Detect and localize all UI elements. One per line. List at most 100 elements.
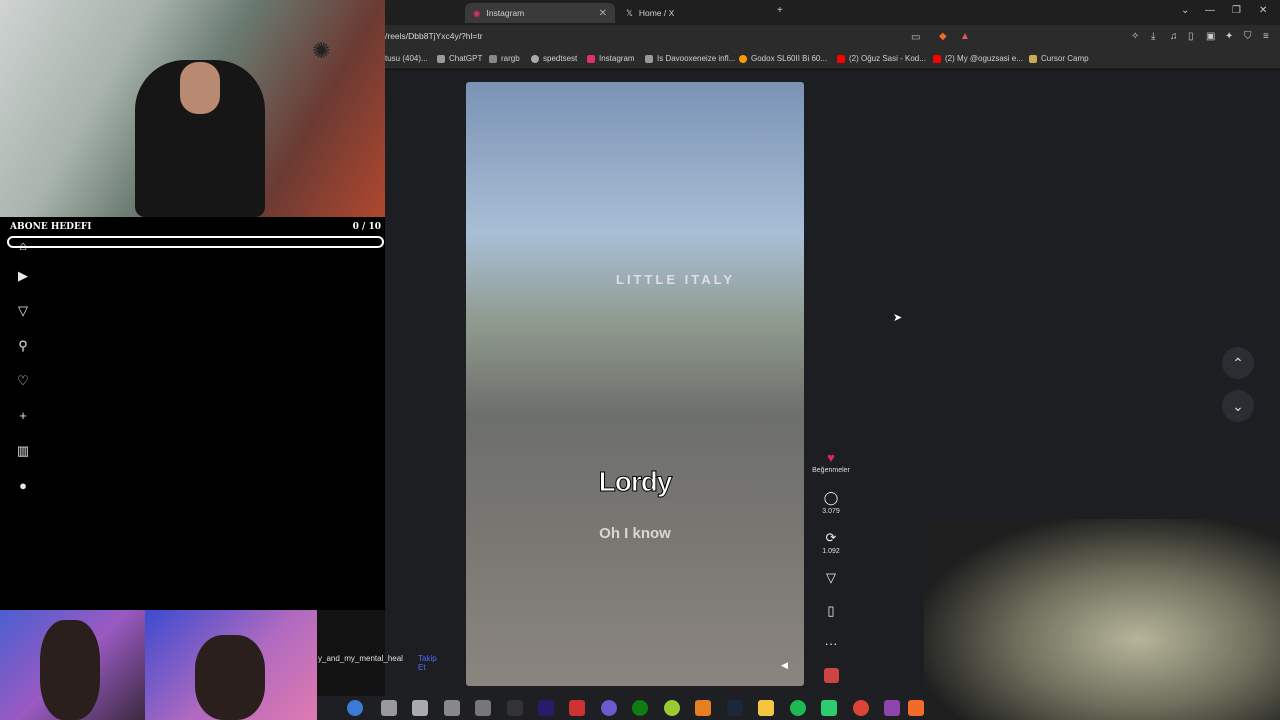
subscriber-goal: ABONE HEDEFI 0 / 10 <box>0 217 385 252</box>
extensions-icon[interactable]: ✧ <box>1131 31 1139 42</box>
wallet-icon[interactable]: ▣ <box>1206 31 1215 42</box>
more-options-button[interactable]: ··· <box>812 636 850 653</box>
instagram-icon: ◉ <box>473 7 481 18</box>
download-icon[interactable]: ⤓ <box>1151 31 1155 42</box>
reel-sign-text: LITTLE ITALY <box>616 272 736 287</box>
tab-instagram[interactable]: ◉ Instagram ✕ <box>465 3 615 23</box>
chrome-icon[interactable] <box>853 700 869 716</box>
minimize-icon[interactable]: — <box>1205 5 1215 16</box>
heart-icon: ♥ <box>827 450 835 465</box>
amazon-icon <box>739 54 747 63</box>
cast-icon[interactable]: ▭ <box>911 32 920 43</box>
goal-label: ABONE HEDEFI <box>10 222 92 232</box>
more-icon: ··· <box>824 636 838 651</box>
app-icon[interactable] <box>412 700 428 716</box>
bookmark-item[interactable]: (2) My @oguzsasi e... <box>933 54 1023 63</box>
bookmark-item[interactable]: rargb <box>489 54 520 63</box>
comment-icon: ◯ <box>823 490 839 505</box>
music-icon[interactable]: ♫ <box>1170 31 1178 42</box>
brave-icon[interactable] <box>908 700 924 716</box>
tab-label: Home / X <box>638 8 675 18</box>
app-icon[interactable] <box>884 700 900 716</box>
webcam-overlay: ✺ <box>0 0 385 217</box>
ai-icon[interactable]: ✦ <box>1225 31 1233 42</box>
close-window-icon[interactable]: ✕ <box>1259 5 1267 16</box>
reel-video[interactable]: LITTLE ITALY Lordy Oh I know ◀ <box>466 82 804 686</box>
guest-face <box>195 635 265 720</box>
sidebar-icon[interactable]: ▯ <box>1188 31 1194 42</box>
xbox-icon[interactable] <box>632 700 648 716</box>
youtube-icon <box>933 54 941 63</box>
guest-webcam-2 <box>145 610 317 720</box>
app-icon[interactable] <box>695 700 711 716</box>
app-icon[interactable] <box>381 700 397 716</box>
bookmark-item[interactable]: Cursor Camp <box>1029 54 1089 63</box>
audio-thumbnail[interactable] <box>812 668 850 685</box>
app-icon[interactable] <box>664 700 680 716</box>
youtube-icon <box>837 54 845 63</box>
heart-icon[interactable]: ♡ <box>15 373 31 389</box>
share-button[interactable]: ▽ <box>812 570 850 588</box>
audio-icon <box>823 668 839 683</box>
save-button[interactable]: ▯ <box>812 603 850 621</box>
reel-caption-sub: Oh I know <box>599 525 671 542</box>
reels-icon[interactable]: ▶ <box>15 268 31 284</box>
app-icon[interactable] <box>444 700 460 716</box>
send-icon[interactable]: ▽ <box>15 303 31 319</box>
bookmark-item[interactable]: ChatGPT <box>437 54 482 63</box>
logo-icon: ✺ <box>312 38 331 63</box>
spotify-icon[interactable] <box>790 700 806 716</box>
create-icon[interactable]: + <box>15 408 31 424</box>
alert-icon[interactable]: ▲ <box>960 31 970 42</box>
app-icon[interactable] <box>569 700 585 716</box>
new-tab-icon[interactable]: + <box>777 5 783 16</box>
comments-count: 3.079 <box>822 508 840 515</box>
premiere-icon[interactable] <box>538 700 554 716</box>
bookmark-item[interactable]: Is Davooxeneize infl... <box>645 54 735 63</box>
bookmark-item[interactable]: tusu (404)... <box>385 54 428 63</box>
windows-start-icon[interactable] <box>347 700 363 716</box>
chevron-down-icon[interactable]: ⌄ <box>1181 5 1189 16</box>
folder-icon[interactable] <box>758 700 774 716</box>
reposts-count: 1.092 <box>822 548 840 555</box>
profile-icon[interactable]: ● <box>15 478 31 494</box>
search-icon[interactable]: ⚲ <box>15 338 31 354</box>
home-icon[interactable]: ⌂ <box>15 238 31 254</box>
close-tab-icon[interactable]: ✕ <box>599 8 607 19</box>
goal-count: 0 / 10 <box>352 222 381 232</box>
app-icon[interactable] <box>475 700 491 716</box>
epic-games-icon[interactable] <box>507 700 523 716</box>
like-button[interactable]: ♥ Beğenmeler <box>812 450 850 474</box>
send-icon: ▽ <box>826 570 836 585</box>
tab-x[interactable]: 𝕏 Home / X <box>618 3 770 23</box>
shield-icon[interactable]: ◆ <box>939 31 947 42</box>
next-reel-button[interactable]: ⌄ <box>1222 390 1254 422</box>
menu-icon[interactable]: ≡ <box>1263 31 1269 42</box>
previous-reel-button[interactable]: ⌃ <box>1222 347 1254 379</box>
app-icon[interactable] <box>821 700 837 716</box>
insights-icon[interactable]: ▥ <box>15 443 31 459</box>
vpn-icon[interactable]: ⛉ <box>1244 31 1252 42</box>
maximize-icon[interactable]: ❐ <box>1232 5 1241 16</box>
steam-icon[interactable] <box>727 700 743 716</box>
comment-button[interactable]: ◯ 3.079 <box>812 490 850 515</box>
streamer-head <box>180 62 220 114</box>
follow-button[interactable]: Takip Et <box>418 654 446 672</box>
repost-button[interactable]: ⟳ 1.092 <box>812 530 850 555</box>
app-icon[interactable] <box>601 700 617 716</box>
instagram-sidebar: ⌂ ▶ ▽ ⚲ ♡ + ▥ ● <box>0 238 385 610</box>
mouse-cursor-icon: ➤ <box>893 312 903 324</box>
bookmark-item[interactable]: (2) Oğuz Sasi - Kod... <box>837 54 926 63</box>
chatgpt-icon <box>437 54 445 63</box>
taskbar <box>317 696 924 720</box>
reel-frame <box>466 82 804 686</box>
bookmark-item[interactable]: Instagram <box>587 54 635 63</box>
github-icon <box>531 54 539 63</box>
mute-icon[interactable]: ◀ <box>781 660 788 671</box>
bookmark-item[interactable]: spedtsest <box>531 54 577 63</box>
bookmark-item[interactable]: Godox SL60II Bi 60... <box>739 54 827 63</box>
url-input[interactable]: /reels/Dbb8TjYxc4y/?hl=tr <box>385 31 483 41</box>
likes-label: Beğenmeler <box>812 467 850 474</box>
reel-username[interactable]: y_and_my_mental_heal <box>318 654 403 663</box>
goal-progress-bar <box>7 236 384 248</box>
